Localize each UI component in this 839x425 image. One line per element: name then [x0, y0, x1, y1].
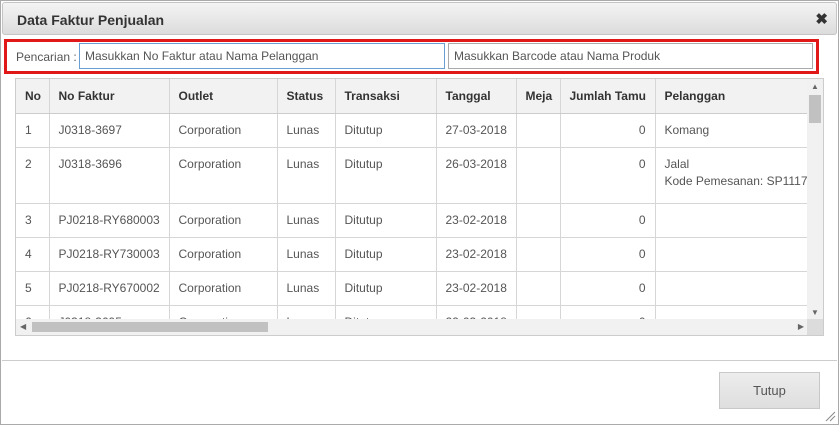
cell-outlet: Corporation: [169, 147, 278, 204]
scroll-down-arrow-icon[interactable]: ▼: [811, 308, 819, 317]
cell-no: 6: [16, 305, 50, 320]
col-header-no[interactable]: No: [16, 79, 50, 114]
dialog-title: Data Faktur Penjualan: [17, 12, 165, 28]
search-highlight-frame: Pencarian :: [4, 39, 819, 74]
cell-transaksi: Ditutup: [335, 237, 437, 272]
cell-pelanggan: [655, 237, 808, 272]
cell-transaksi: Ditutup: [335, 305, 437, 320]
cell-outlet: Corporation: [169, 271, 278, 306]
cell-tanggal: 22-03-2018: [436, 305, 517, 320]
col-header-outlet[interactable]: Outlet: [169, 79, 278, 114]
cell-no: 4: [16, 237, 50, 272]
cell-faktur: PJ0218-RY680003: [49, 203, 170, 238]
cell-no: 1: [16, 113, 50, 148]
cell-meja: [516, 203, 561, 238]
col-header-transaksi[interactable]: Transaksi: [335, 79, 437, 114]
invoice-table-viewport: No No Faktur Outlet Status Transaksi Tan…: [16, 79, 808, 320]
vertical-scroll-thumb[interactable]: [809, 95, 821, 123]
cell-status: Lunas: [277, 271, 336, 306]
cell-meja: [516, 147, 561, 204]
cell-outlet: Corporation: [169, 305, 278, 320]
table-header-row: No No Faktur Outlet Status Transaksi Tan…: [16, 79, 808, 114]
cell-tamu: 0: [560, 147, 656, 204]
table-row[interactable]: 5 PJ0218-RY670002 Corporation Lunas Ditu…: [16, 271, 808, 306]
col-header-no-faktur[interactable]: No Faktur: [49, 79, 170, 114]
cell-pelanggan: [655, 203, 808, 238]
table-row[interactable]: 1 J0318-3697 Corporation Lunas Ditutup 2…: [16, 113, 808, 148]
resize-grip-icon[interactable]: [824, 410, 836, 422]
table-row[interactable]: 3 PJ0218-RY680003 Corporation Lunas Ditu…: [16, 203, 808, 238]
cell-transaksi: Ditutup: [335, 271, 437, 306]
invoice-dialog: Data Faktur Penjualan ✖ Pencarian : No N…: [0, 0, 839, 425]
close-button[interactable]: Tutup: [719, 372, 820, 409]
cell-tanggal: 27-03-2018: [436, 113, 517, 148]
col-header-jumlah-tamu[interactable]: Jumlah Tamu: [560, 79, 656, 114]
cell-meja: [516, 271, 561, 306]
cell-meja: [516, 305, 561, 320]
col-header-pelanggan[interactable]: Pelanggan: [655, 79, 808, 114]
dialog-titlebar[interactable]: Data Faktur Penjualan ✖: [2, 2, 837, 35]
cell-tanggal: 23-02-2018: [436, 237, 517, 272]
cell-meja: [516, 113, 561, 148]
cell-status: Lunas: [277, 113, 336, 148]
col-header-status[interactable]: Status: [277, 79, 336, 114]
cell-pelanggan: [655, 271, 808, 306]
cell-tanggal: 26-03-2018: [436, 147, 517, 204]
cell-transaksi: Ditutup: [335, 203, 437, 238]
scroll-up-arrow-icon[interactable]: ▲: [811, 82, 819, 91]
cell-outlet: Corporation: [169, 113, 278, 148]
horizontal-scroll-thumb[interactable]: [32, 322, 268, 332]
cell-faktur: PJ0218-RY670002: [49, 271, 170, 306]
cell-tamu: 0: [560, 237, 656, 272]
product-search-input[interactable]: [448, 43, 813, 69]
cell-faktur: J0318-3695: [49, 305, 170, 320]
cell-status: Lunas: [277, 147, 336, 204]
invoice-table: No No Faktur Outlet Status Transaksi Tan…: [16, 79, 808, 320]
cell-outlet: Corporation: [169, 203, 278, 238]
vertical-scrollbar[interactable]: ▲ ▼: [807, 79, 823, 320]
cell-tamu: 0: [560, 271, 656, 306]
pelanggan-booking-code: Kode Pemesanan: SP1117-: [664, 173, 809, 188]
horizontal-scrollbar[interactable]: ◀ ▶: [16, 319, 808, 335]
cell-meja: [516, 237, 561, 272]
scrollbar-corner: [807, 319, 823, 335]
cell-status: Lunas: [277, 203, 336, 238]
cell-tamu: 0: [560, 305, 656, 320]
cell-pelanggan: [655, 305, 808, 320]
pelanggan-name: Jalal: [664, 156, 690, 171]
col-header-meja[interactable]: Meja: [516, 79, 561, 114]
cell-no: 2: [16, 147, 50, 204]
table-row[interactable]: 2 J0318-3696 Corporation Lunas Ditutup 2…: [16, 147, 809, 204]
cell-faktur: J0318-3697: [49, 113, 170, 148]
cell-tanggal: 23-02-2018: [436, 271, 517, 306]
cell-outlet: Corporation: [169, 237, 278, 272]
pelanggan-name: Komang: [664, 122, 710, 137]
cell-faktur: PJ0218-RY730003: [49, 237, 170, 272]
table-row[interactable]: 4 PJ0218-RY730003 Corporation Lunas Ditu…: [16, 237, 808, 272]
cell-pelanggan: Komang: [655, 113, 808, 148]
cell-no: 5: [16, 271, 50, 306]
cell-status: Lunas: [277, 305, 336, 320]
invoice-grid: No No Faktur Outlet Status Transaksi Tan…: [15, 78, 824, 336]
cell-no: 3: [16, 203, 50, 238]
cell-tamu: 0: [560, 113, 656, 148]
table-row[interactable]: 6 J0318-3695 Corporation Lunas Ditutup 2…: [16, 305, 808, 320]
cell-transaksi: Ditutup: [335, 113, 437, 148]
close-icon[interactable]: ✖: [815, 10, 828, 28]
scroll-left-arrow-icon[interactable]: ◀: [20, 322, 26, 331]
cell-transaksi: Ditutup: [335, 147, 437, 204]
cell-pelanggan: Jalal Kode Pemesanan: SP1117-: [655, 147, 809, 204]
cell-status: Lunas: [277, 237, 336, 272]
footer-divider: [2, 360, 837, 361]
col-header-tanggal[interactable]: Tanggal: [436, 79, 517, 114]
cell-tamu: 0: [560, 203, 656, 238]
cell-tanggal: 23-02-2018: [436, 203, 517, 238]
cell-faktur: J0318-3696: [49, 147, 170, 204]
invoice-search-input[interactable]: [79, 43, 445, 69]
scroll-right-arrow-icon[interactable]: ▶: [798, 322, 804, 331]
search-label: Pencarian :: [16, 50, 77, 64]
